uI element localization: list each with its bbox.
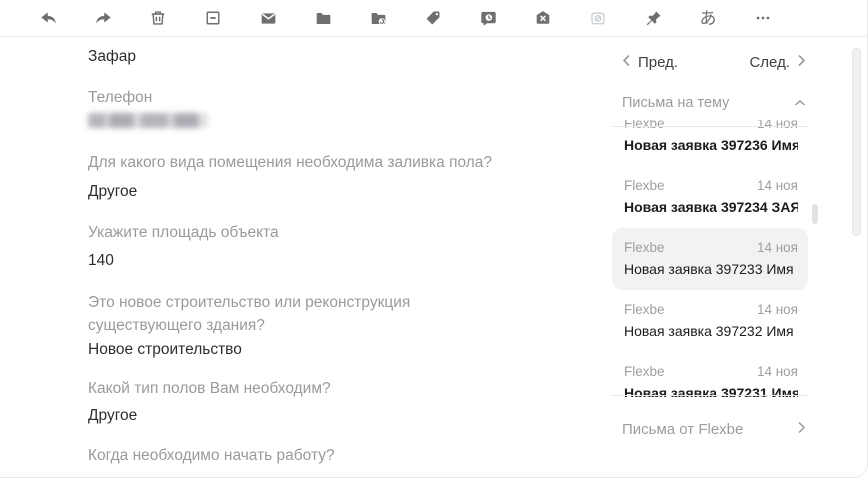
chevron-right-icon <box>797 421 806 438</box>
question: Для какого вида помещения необходима зал… <box>88 154 528 172</box>
thread-section-header[interactable]: Письма на тему <box>622 95 806 111</box>
main-scrollbar-thumb[interactable] <box>852 48 861 236</box>
thread-section-title: Письма на тему <box>622 95 729 111</box>
email-list-item[interactable]: Flexbe 14 ноя Новая заявка 397231 Имя <box>612 352 808 397</box>
reminder-icon[interactable] <box>474 4 502 32</box>
archive-icon[interactable] <box>199 4 227 32</box>
mark-read-icon[interactable] <box>254 4 282 32</box>
thread-email-list: Flexbe 14 ноя Новая заявка 397236 Имя ..… <box>610 120 818 397</box>
reply-icon[interactable] <box>34 4 62 32</box>
email-list-item[interactable]: Flexbe 14 ноя Новая заявка 397236 Имя ..… <box>612 120 808 166</box>
mute-icon[interactable] <box>584 4 612 32</box>
question: Какой тип полов Вам необходим? <box>88 380 528 398</box>
answer: Новое строительство <box>88 341 528 359</box>
email-subject: Новая заявка 397233 Имя ... <box>624 261 798 278</box>
chevron-right-icon <box>797 54 806 71</box>
email-list-item[interactable]: Flexbe 14 ноя Новая заявка 397232 Имя ..… <box>612 290 808 352</box>
email-sender: Flexbe <box>624 302 665 318</box>
phone-number-redacted <box>88 113 208 128</box>
email-sender: Flexbe <box>624 178 665 194</box>
email-sender: Flexbe <box>624 120 665 132</box>
email-subject: Новая заявка 397234 ЗАЯ... <box>624 199 798 216</box>
from-sender-section[interactable]: Письма от Flexbe <box>622 421 806 438</box>
prev-next-nav: Пред. След. <box>622 54 806 71</box>
question: Укажите площадь объекта <box>88 224 528 242</box>
from-section-title: Письма от Flexbe <box>622 421 743 438</box>
email-subject: Новая заявка 397236 Имя ... <box>624 137 798 154</box>
forward-icon[interactable] <box>89 4 117 32</box>
sender-name: Зафар <box>88 48 528 66</box>
phone-label: Телефон <box>88 89 528 107</box>
spam-icon[interactable] <box>529 4 557 32</box>
email-date: 14 ноя <box>757 178 798 194</box>
email-body: Зафар Телефон Для какого вида помещения … <box>88 40 528 465</box>
prev-button[interactable]: Пред. <box>622 54 678 71</box>
answer: 140 <box>88 252 528 270</box>
pin-icon[interactable] <box>639 4 667 32</box>
email-sender: Flexbe <box>624 240 665 256</box>
email-date: 14 ноя <box>757 364 798 380</box>
label-icon[interactable] <box>419 4 447 32</box>
email-toolbar: あ <box>0 0 868 37</box>
move-to-folder-icon[interactable] <box>364 4 392 32</box>
folder-icon[interactable] <box>309 4 337 32</box>
question: Когда необходимо начать работу? <box>88 447 528 465</box>
chevron-left-icon <box>622 54 631 71</box>
email-subject: Новая заявка 397231 Имя <box>624 385 798 397</box>
email-date: 14 ноя <box>757 302 798 318</box>
list-scrollbar-thumb[interactable] <box>812 204 818 224</box>
email-list-item[interactable]: Flexbe 14 ноя Новая заявка 397234 ЗАЯ... <box>612 166 808 228</box>
email-date: 14 ноя <box>757 240 798 256</box>
email-list-item-selected[interactable]: Flexbe 14 ноя Новая заявка 397233 Имя ..… <box>612 228 808 290</box>
more-icon[interactable] <box>749 4 777 32</box>
delete-icon[interactable] <box>144 4 172 32</box>
chevron-up-icon <box>794 95 806 111</box>
translate-icon[interactable]: あ <box>694 4 722 32</box>
email-sender: Flexbe <box>624 364 665 380</box>
next-label: След. <box>749 54 790 71</box>
question: Это новое строительство или реконструкци… <box>88 291 498 337</box>
email-date: 14 ноя <box>757 120 798 132</box>
answer: Другое <box>88 407 528 425</box>
prev-label: Пред. <box>638 54 678 71</box>
answer: Другое <box>88 183 528 201</box>
next-button[interactable]: След. <box>749 54 806 71</box>
related-emails-sidebar: Пред. След. Письма на тему Flexbe 14 ноя… <box>610 40 818 438</box>
email-subject: Новая заявка 397232 Имя ... <box>624 323 798 340</box>
